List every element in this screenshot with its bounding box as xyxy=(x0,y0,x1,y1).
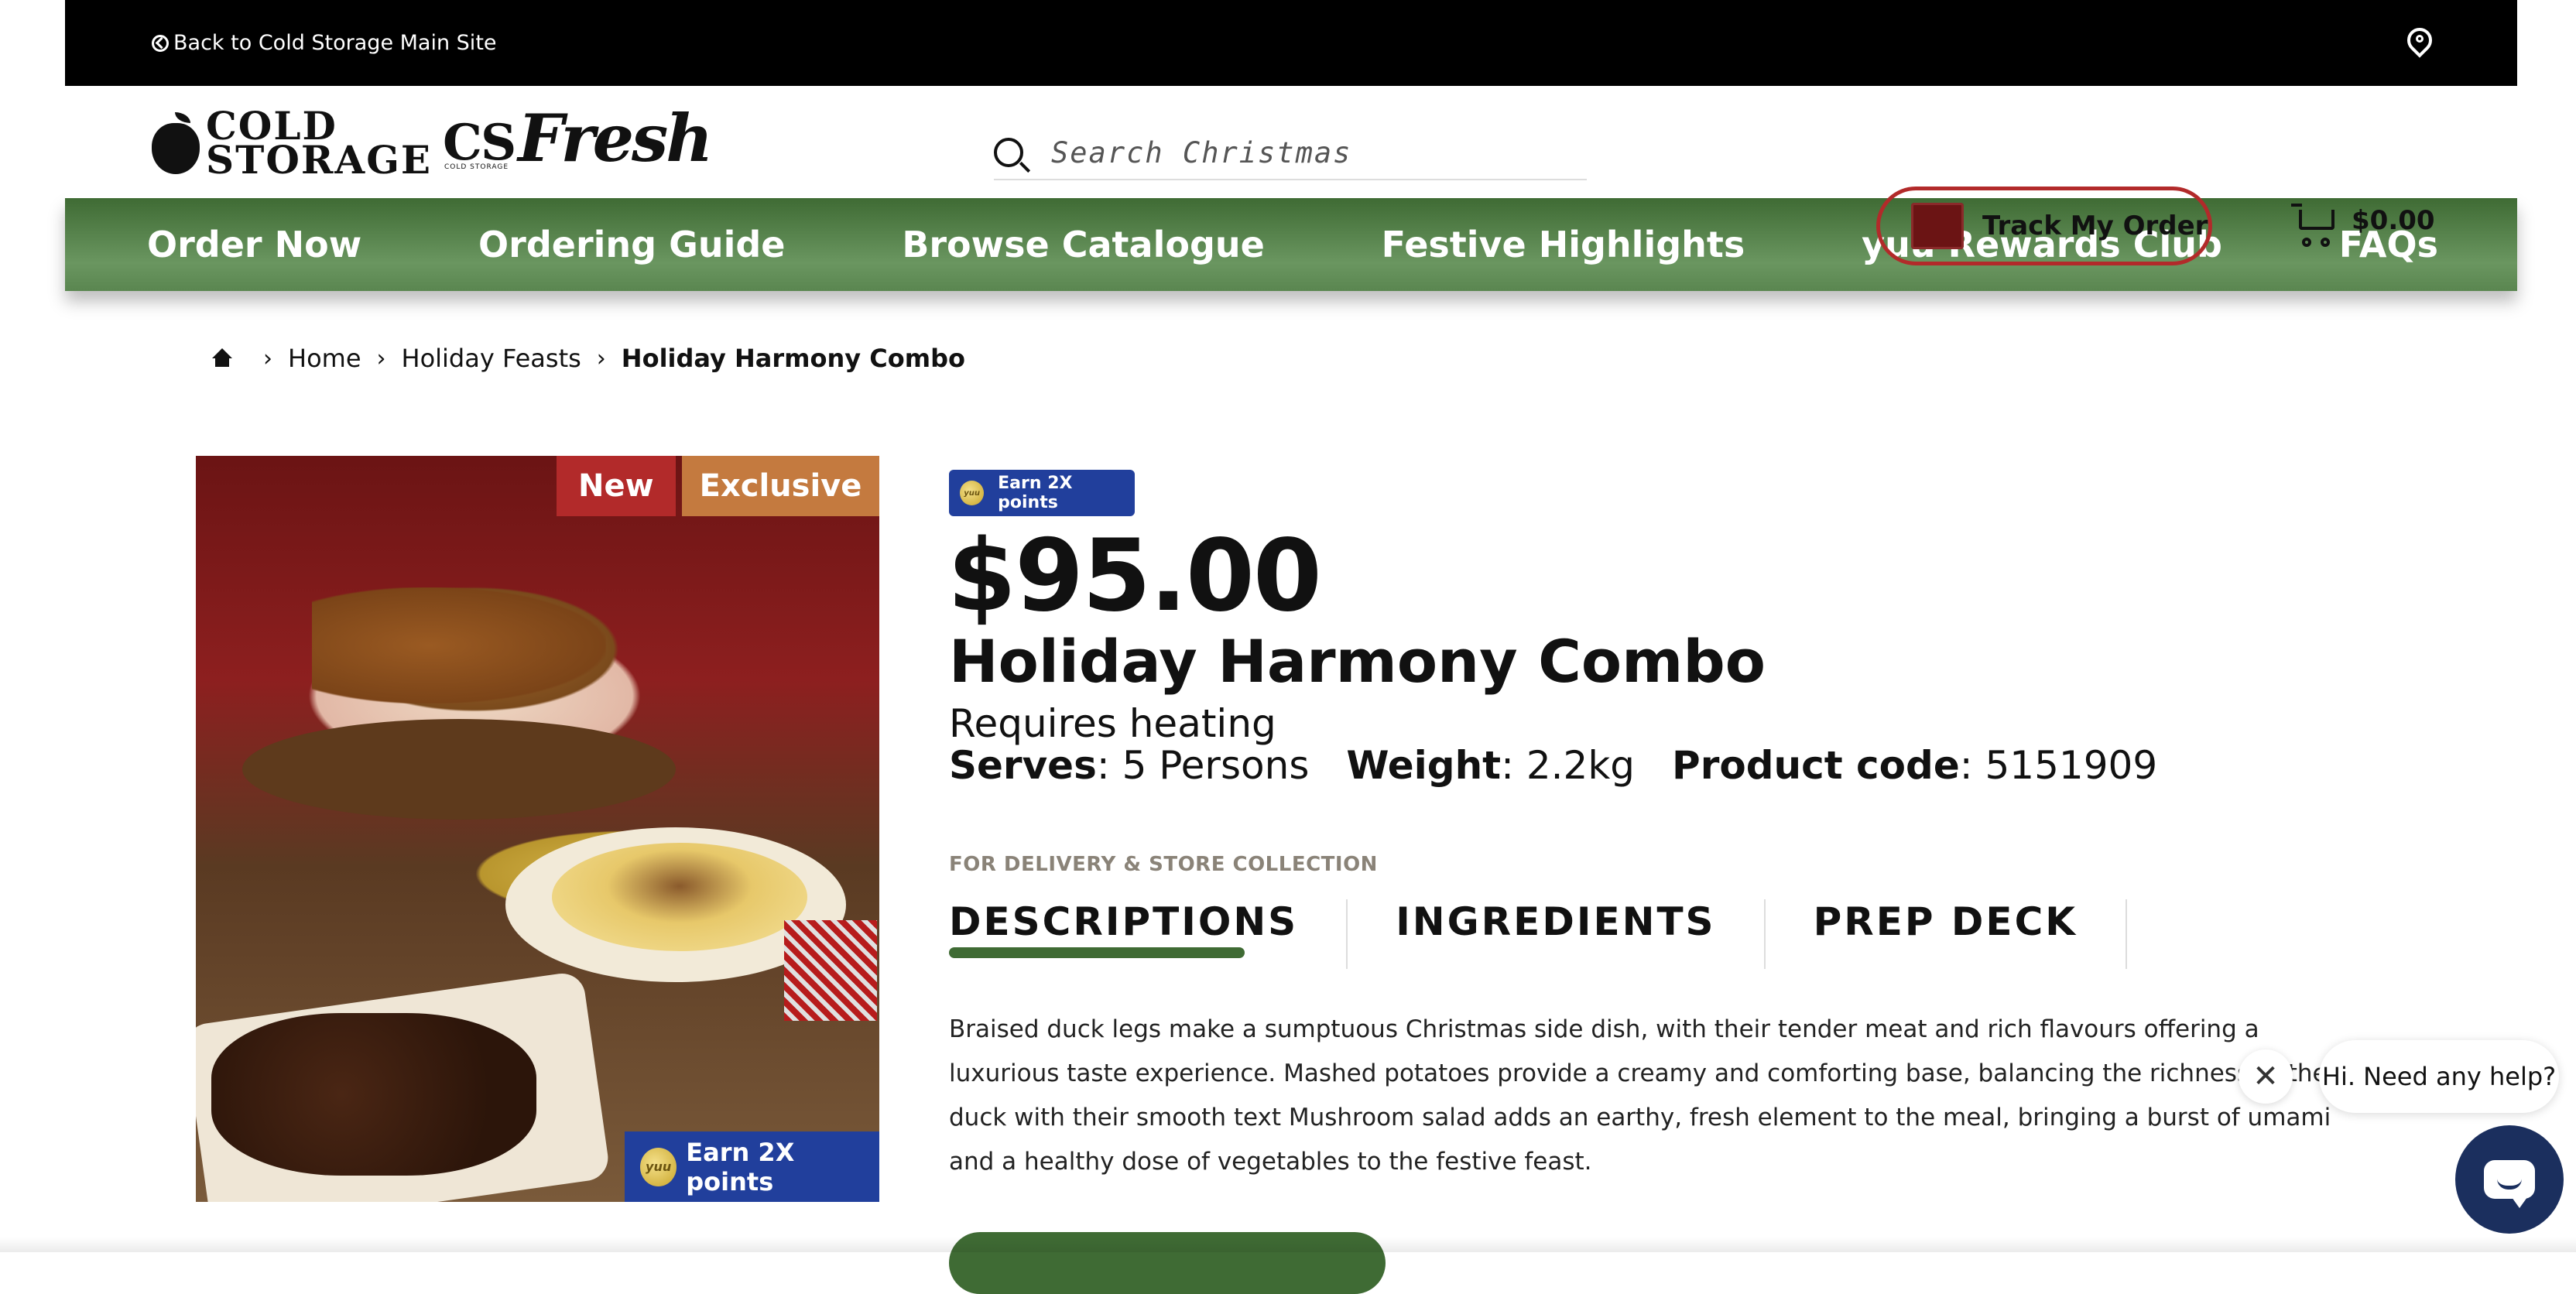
nav-ordering-guide[interactable]: Ordering Guide xyxy=(478,224,785,265)
breadcrumb-category[interactable]: Holiday Feasts xyxy=(402,344,581,373)
product-specs: Serves: 5 Persons Weight: 2.2kg Product … xyxy=(949,743,2194,788)
tab-descriptions[interactable]: DESCRIPTIONS xyxy=(949,899,1348,969)
heating-note: Requires heating xyxy=(949,701,1276,746)
chevron-right-icon: › xyxy=(596,344,606,372)
search-bar xyxy=(994,126,1587,180)
apple-logo-icon xyxy=(152,112,200,174)
exclusive-badge: Exclusive xyxy=(682,456,879,516)
breadcrumb-current: Holiday Harmony Combo xyxy=(621,344,965,373)
tab-prep-deck[interactable]: PREP DECK xyxy=(1814,899,2128,969)
logo-text-fresh: Fresh xyxy=(518,100,713,176)
search-icon[interactable] xyxy=(994,138,1023,167)
home-icon[interactable] xyxy=(211,348,234,368)
weight-spec: Weight: 2.2kg xyxy=(1346,743,1636,788)
serves-spec: Serves: 5 Persons xyxy=(949,743,1310,788)
product-code-spec: Product code: 5151909 xyxy=(1672,743,2158,788)
product-price: $95.00 xyxy=(947,519,1322,634)
search-input[interactable] xyxy=(1051,135,1547,169)
track-order-label: Track My Order xyxy=(1982,211,2208,241)
product-description: Braised duck legs make a sumptuous Chris… xyxy=(949,1015,2331,1176)
delivery-note: FOR DELIVERY & STORE COLLECTION xyxy=(949,853,1378,876)
track-my-order-button[interactable]: Track My Order xyxy=(1876,187,2212,265)
map-pin-icon[interactable] xyxy=(2402,22,2437,59)
new-badge: New xyxy=(557,456,676,516)
logo-text-storage: STORAGE xyxy=(206,137,433,183)
chat-button[interactable] xyxy=(2455,1125,2564,1234)
cart-total: $0.00 xyxy=(2352,205,2435,236)
chat-bubble-icon xyxy=(2484,1160,2535,1208)
nav-order-now[interactable]: Order Now xyxy=(147,224,361,265)
chevron-right-icon: › xyxy=(376,344,386,372)
nav-festive-highlights[interactable]: Festive Highlights xyxy=(1382,224,1745,265)
chat-close-icon[interactable]: ✕ xyxy=(2239,1049,2293,1104)
breadcrumb-home[interactable]: Home xyxy=(288,344,361,373)
gift-box-icon xyxy=(1911,203,1964,249)
earn-points-badge: yuu Earn 2X points xyxy=(949,470,1135,516)
top-bar: Back to Cold Storage Main Site xyxy=(65,0,2517,86)
chat-greeting[interactable]: Hi. Need any help? xyxy=(2319,1040,2559,1113)
image-earn-points-badge: yuu Earn 2X points xyxy=(625,1131,879,1202)
chevron-right-icon: › xyxy=(263,344,272,372)
nav-browse-catalogue[interactable]: Browse Catalogue xyxy=(902,224,1265,265)
back-link-label: Back to Cold Storage Main Site xyxy=(173,31,497,55)
yuu-coin-icon: yuu xyxy=(640,1147,677,1186)
earn-points-label: Earn 2X points xyxy=(998,474,1073,512)
tab-ingredients[interactable]: INGREDIENTS xyxy=(1396,899,1766,969)
product-name: Holiday Harmony Combo xyxy=(949,627,1766,696)
logo-text-tiny: COLD STORAGE xyxy=(444,163,509,171)
breadcrumb: › Home › Holiday Feasts › Holiday Harmon… xyxy=(211,344,965,373)
logo-text-cs: CS xyxy=(443,114,516,172)
page-frame: Back to Cold Storage Main Site COLD STOR… xyxy=(65,0,2517,291)
back-arrow-icon xyxy=(152,34,169,52)
back-to-main-site-link[interactable]: Back to Cold Storage Main Site xyxy=(152,31,497,55)
product-image[interactable]: New Exclusive yuu Earn 2X points xyxy=(196,456,879,1202)
cold-storage-logo[interactable]: COLD STORAGE xyxy=(152,107,433,183)
cart-button[interactable]: $0.00 xyxy=(2291,202,2435,247)
cs-fresh-logo[interactable]: CS Fresh COLD STORAGE xyxy=(443,100,713,176)
yuu-coin-icon: yuu xyxy=(960,481,985,505)
cart-icon xyxy=(2291,202,2336,247)
image-earn-label: Earn 2X points xyxy=(686,1137,795,1196)
product-tabs: DESCRIPTIONS INGREDIENTS PREP DECK xyxy=(949,899,2175,969)
site-header: COLD STORAGE CS Fresh COLD STORAGE Track… xyxy=(65,86,2517,265)
